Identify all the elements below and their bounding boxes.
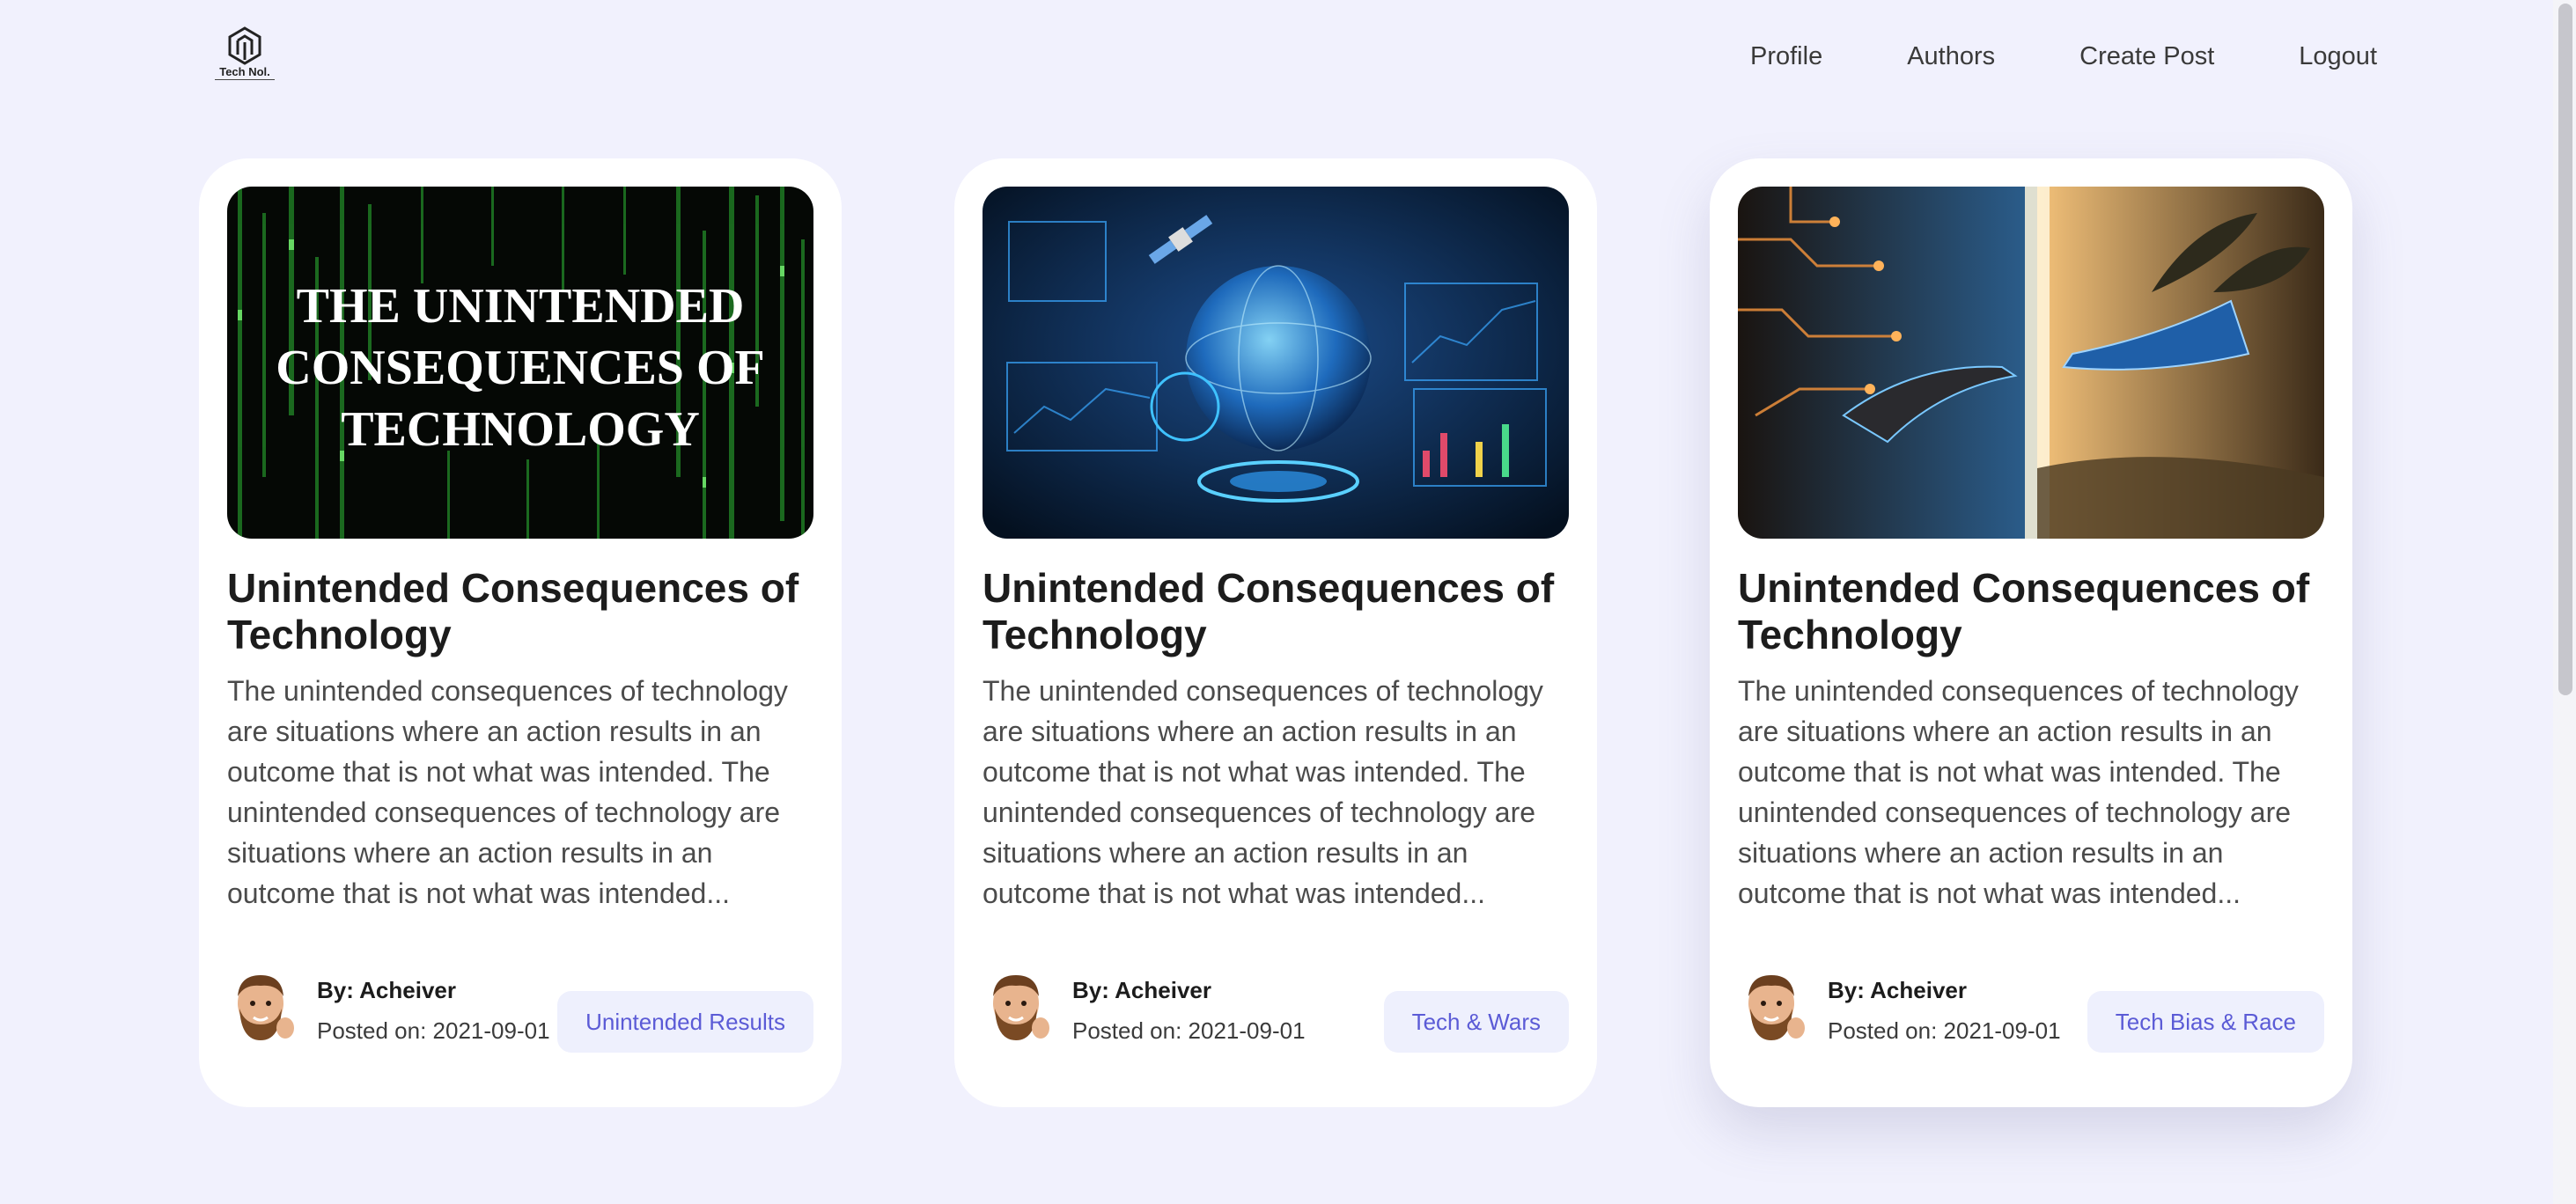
post-category-tag[interactable]: Tech & Wars (1383, 991, 1569, 1053)
post-date: Posted on: 2021-09-01 (1828, 1017, 2061, 1044)
logo-text: Tech Nol. (215, 65, 275, 80)
post-card[interactable]: Unintended Consequences of Technology Th… (1710, 158, 2352, 1107)
scrollbar-thumb[interactable] (2558, 4, 2572, 695)
nav-authors[interactable]: Authors (1907, 35, 1995, 77)
image-caption-line-2: CONSEQUENCES OF (276, 341, 764, 395)
post-excerpt: The unintended consequences of technolog… (983, 675, 1543, 909)
nav-profile[interactable]: Profile (1750, 35, 1822, 77)
post-title[interactable]: Unintended Consequences of Technology (983, 565, 1569, 658)
post-excerpt: The unintended consequences of technolog… (227, 675, 788, 909)
page-scrollbar[interactable] (2553, 0, 2576, 1204)
post-card[interactable]: Unintended Consequences of Technology Th… (954, 158, 1597, 1107)
image-caption-line-3: TECHNOLOGY (341, 402, 700, 457)
human-robot-hands-image (1738, 187, 2324, 539)
post-image[interactable]: THE UNINTENDED CONSEQUENCES OF TECHNOLOG… (227, 187, 813, 539)
post-date: Posted on: 2021-09-01 (1072, 1017, 1306, 1044)
post-author[interactable]: By: Acheiver (317, 977, 456, 1004)
post-title[interactable]: Unintended Consequences of Technology (1738, 565, 2324, 658)
nav-logout[interactable]: Logout (2299, 35, 2377, 77)
post-category-tag[interactable]: Unintended Results (557, 991, 813, 1053)
author-avatar (1748, 975, 1805, 1040)
author-avatar (993, 975, 1049, 1040)
post-category-tag[interactable]: Tech Bias & Race (2087, 991, 2324, 1053)
brand-logo[interactable]: Tech Nol. (215, 26, 275, 83)
author-avatar (238, 975, 294, 1040)
post-title[interactable]: Unintended Consequences of Technology (227, 565, 813, 658)
post-author[interactable]: By: Acheiver (1828, 977, 1967, 1004)
post-image[interactable] (983, 187, 1569, 539)
post-card[interactable]: THE UNINTENDED CONSEQUENCES OF TECHNOLOG… (199, 158, 842, 1107)
globe-satellite-image (983, 187, 1569, 539)
top-nav: Profile Authors Create Post Logout (1750, 35, 2377, 77)
matrix-code-image: THE UNINTENDED CONSEQUENCES OF TECHNOLOG… (227, 187, 813, 539)
post-image[interactable] (1738, 187, 2324, 539)
post-author[interactable]: By: Acheiver (1072, 977, 1211, 1004)
post-excerpt: The unintended consequences of technolog… (1738, 675, 2299, 909)
image-caption-line-1: THE UNINTENDED (297, 279, 745, 334)
logo-icon (228, 26, 261, 65)
nav-create-post[interactable]: Create Post (2079, 35, 2214, 77)
post-date: Posted on: 2021-09-01 (317, 1017, 550, 1044)
